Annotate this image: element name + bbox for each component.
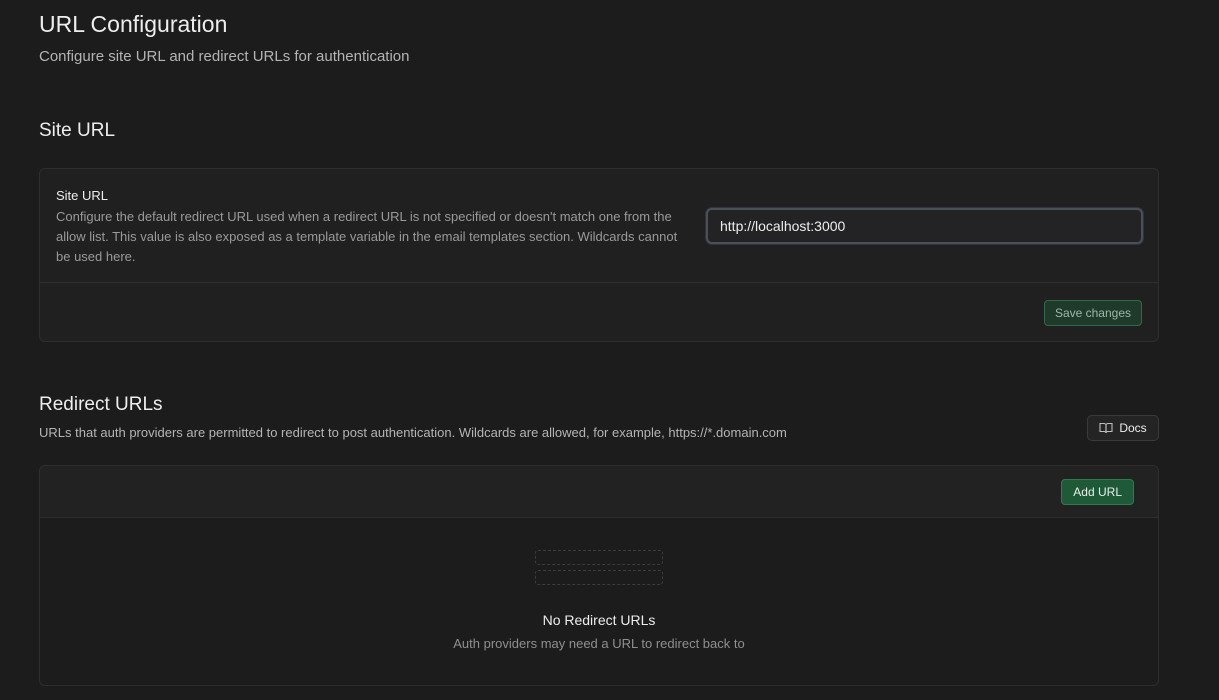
redirect-urls-section-title: Redirect URLs — [39, 394, 163, 415]
site-url-card: Site URL Configure the default redirect … — [39, 168, 1159, 342]
site-url-field-description: Configure the default redirect URL used … — [56, 209, 678, 264]
redirect-urls-card: Add URL No Redirect URLs Auth providers … — [39, 465, 1159, 686]
site-url-field-label: Site URL — [56, 188, 109, 203]
page: URL Configuration Configure site URL and… — [0, 0, 1219, 700]
add-url-button[interactable]: Add URL — [1061, 479, 1134, 505]
empty-state-title: No Redirect URLs — [542, 612, 656, 628]
docs-button[interactable]: Docs — [1087, 415, 1159, 441]
site-url-input[interactable] — [706, 208, 1143, 244]
save-changes-button[interactable]: Save changes — [1043, 300, 1142, 326]
docs-button-label: Docs — [1119, 421, 1147, 435]
redirect-urls-card-header: Add URL — [40, 466, 1158, 518]
page-subtitle: Configure site URL and redirect URLs for… — [39, 48, 410, 65]
site-url-section-title: Site URL — [39, 120, 116, 141]
empty-state-illustration-bottom — [535, 570, 663, 585]
book-icon — [1099, 422, 1113, 434]
site-url-form-row: Site URL Configure the default redirect … — [40, 169, 1158, 283]
page-title: URL Configuration — [39, 11, 228, 37]
empty-state-description: Auth providers may need a URL to redirec… — [453, 636, 745, 651]
redirect-urls-description: URLs that auth providers are permitted t… — [39, 425, 787, 440]
empty-state-illustration-top — [535, 550, 663, 565]
